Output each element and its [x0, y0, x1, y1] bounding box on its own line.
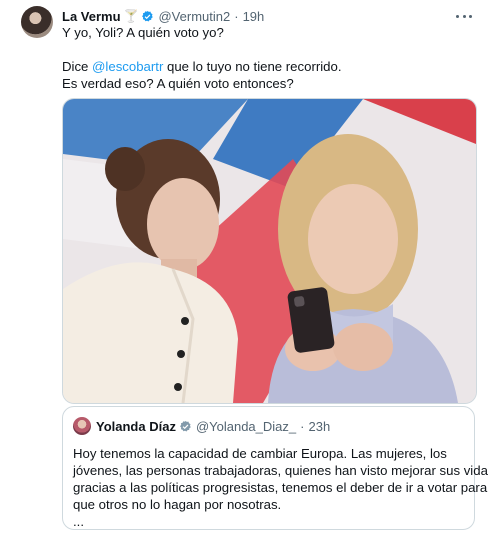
quoted-header-separator: ·: [300, 418, 305, 434]
tweet-text-suffix: que lo tuyo no tiene recorrido.: [163, 59, 342, 74]
author-avatar[interactable]: [21, 6, 53, 38]
quoted-author-avatar: [73, 417, 91, 435]
tweet-header: La Vermu 🍸 @Vermutin2 · 19h: [62, 7, 264, 25]
quoted-author-name: Yolanda Díaz: [96, 418, 176, 434]
tweet-text-line-3: Es verdad eso? A quién voto entonces?: [62, 76, 294, 91]
quoted-tweet-time: 23h: [308, 418, 331, 434]
tweet: La Vermu 🍸 @Vermutin2 · 19h Y yo, Yoli? …: [0, 0, 496, 536]
quoted-tweet-header: Yolanda Díaz @Yolanda_Diaz_ · 23h: [96, 417, 330, 435]
author-name[interactable]: La Vermu: [62, 9, 121, 24]
cocktail-emoji: 🍸: [123, 9, 139, 23]
quoted-text-ellipsis: ...: [73, 514, 84, 529]
tweet-photo[interactable]: [62, 98, 477, 404]
quoted-tweet-text: Hoy tenemos la capacidad de cambiar Euro…: [73, 445, 488, 530]
quoted-author-handle: @Yolanda_Diaz_: [195, 418, 297, 434]
quoted-text-line: jóvenes, las personas trabajadoras, quie…: [73, 463, 488, 478]
header-separator: ·: [234, 8, 239, 24]
more-options-icon[interactable]: [456, 9, 472, 23]
author-handle[interactable]: @Vermutin2: [158, 9, 230, 24]
tweet-text-line-1: Y yo, Yoli? A quién voto yo?: [62, 25, 224, 40]
photo-illustration: [63, 99, 476, 403]
mention-link[interactable]: @lescobartr: [92, 59, 163, 74]
quoted-text-line: Hoy tenemos la capacidad de cambiar Euro…: [73, 446, 447, 461]
verified-badge-icon: [180, 420, 191, 431]
quoted-text-line: gracias a las políticas progresistas, te…: [73, 480, 488, 495]
verified-badge-icon: [142, 10, 154, 21]
tweet-text-prefix: Dice: [62, 59, 93, 74]
tweet-time[interactable]: 19h: [243, 9, 265, 24]
quoted-tweet[interactable]: Yolanda Díaz @Yolanda_Diaz_ · 23h Hoy te…: [62, 406, 488, 530]
tweet-text-line-2: Dice @lescobartr que lo tuyo no tiene re…: [62, 58, 342, 75]
quoted-text-line: que otros no lo hagan por nosotras.: [73, 497, 282, 512]
